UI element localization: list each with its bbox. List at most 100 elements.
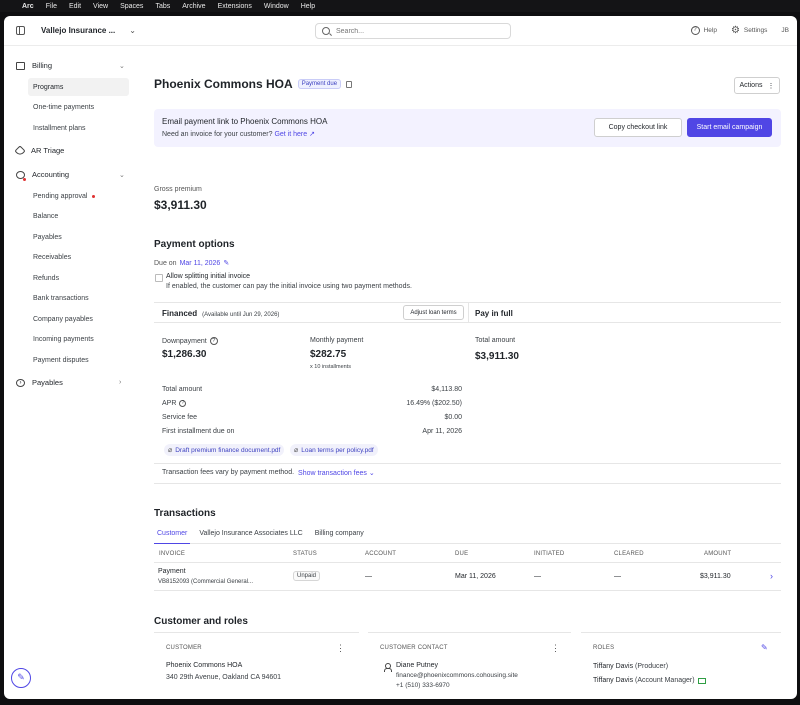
due-date-row: Due on Mar 11, 2026 ✎ xyxy=(154,259,229,268)
divider xyxy=(154,483,781,484)
menu-edit[interactable]: Edit xyxy=(69,3,81,10)
kebab-icon[interactable]: ⋮ xyxy=(336,643,345,654)
show-transaction-fees-link[interactable]: Show transaction fees ⌄ xyxy=(298,469,375,477)
sidebar-item-one-time-payments[interactable]: One-time payments xyxy=(28,98,129,116)
menu-window[interactable]: Window xyxy=(264,3,289,10)
column-header-amount: AMOUNT xyxy=(704,551,732,557)
due-date-link[interactable]: Mar 11, 2026 xyxy=(180,260,221,267)
column-header-due: DUE xyxy=(455,551,469,557)
copy-checkout-link-button[interactable]: Copy checkout link xyxy=(594,118,682,137)
person-icon xyxy=(384,663,392,672)
help-icon[interactable]: ? xyxy=(179,400,187,407)
contact-phone: +1 (510) 333-6970 xyxy=(396,682,450,689)
menu-app-name[interactable]: Arc xyxy=(22,3,34,10)
sidebar-item-receivables[interactable]: Receivables xyxy=(28,248,129,266)
paperclip-icon: ⌀ xyxy=(168,447,173,454)
transactions-tabs: Customer Vallejo Insurance Associates LL… xyxy=(154,526,781,544)
sidebar-toggle-icon[interactable] xyxy=(16,26,25,35)
sidebar-item-bank-transactions[interactable]: Bank transactions xyxy=(28,289,129,307)
page-title: Phoenix Commons HOA xyxy=(154,77,293,91)
chevron-right-icon: › xyxy=(119,379,122,386)
sidebar-section-accounting[interactable]: Accounting ⌄ xyxy=(16,170,125,181)
initiated-value: — xyxy=(534,573,541,580)
sidebar-item-label: Incoming payments xyxy=(33,335,94,343)
sidebar-item-programs[interactable]: Programs xyxy=(28,78,129,96)
sidebar-section-ar-triage[interactable]: AR Triage xyxy=(14,144,65,157)
start-email-campaign-button[interactable]: Start email campaign xyxy=(687,118,772,137)
tab-vallejo-insurance[interactable]: Vallejo Insurance Associates LLC xyxy=(196,526,305,544)
banner-subtext-label: Need an invoice for your customer? xyxy=(162,131,273,138)
menu-spaces[interactable]: Spaces xyxy=(120,3,143,10)
search-input[interactable] xyxy=(336,27,496,35)
settings-button[interactable]: ⚙ Settings xyxy=(731,26,768,36)
pay-in-full-total-value: $3,911.30 xyxy=(475,351,519,362)
payment-options-tabs: Financed (Available until Jun 29, 2026) … xyxy=(154,302,781,323)
menu-file[interactable]: File xyxy=(46,3,57,10)
customer-roles-heading: Customer and roles xyxy=(154,616,248,627)
table-row[interactable]: Payment VB8152093 (Commercial General...… xyxy=(154,563,781,590)
user-avatar[interactable]: JB xyxy=(781,27,789,34)
top-bar: Vallejo Insurance ... ⌄ ? Help ⚙ Setting… xyxy=(4,16,797,46)
column-header-invoice: INVOICE xyxy=(159,551,186,557)
menu-help[interactable]: Help xyxy=(301,3,315,10)
pencil-icon[interactable]: ✎ xyxy=(761,643,768,652)
sidebar-item-installment-plans[interactable]: Installment plans xyxy=(28,119,129,137)
sidebar-section-label: Payables xyxy=(32,378,63,387)
column-header-cleared: CLEARED xyxy=(614,551,644,557)
menu-tabs[interactable]: Tabs xyxy=(155,3,170,10)
document-chip[interactable]: ⌀ Draft premium finance document.pdf xyxy=(164,444,285,456)
help-button[interactable]: ? Help xyxy=(690,26,717,35)
kebab-icon: ⋮ xyxy=(767,82,775,90)
org-switcher[interactable]: Vallejo Insurance ... ⌄ xyxy=(41,26,136,35)
actions-label: Actions xyxy=(739,82,763,89)
total-amount-label: Total amount xyxy=(162,386,203,393)
sidebar-item-refunds[interactable]: Refunds xyxy=(28,269,129,287)
assistant-launcher-icon[interactable]: ✎ xyxy=(11,668,31,688)
roles-card-label: ROLES xyxy=(593,645,615,651)
menu-view[interactable]: View xyxy=(93,3,108,10)
pay-in-full-tab[interactable]: Pay in full xyxy=(475,309,513,318)
sidebar-item-pending-approval[interactable]: Pending approval xyxy=(28,187,129,205)
settings-label: Settings xyxy=(743,27,768,34)
sidebar-section-label: AR Triage xyxy=(31,146,65,155)
column-header-status: STATUS xyxy=(293,551,317,557)
financed-tab[interactable]: Financed (Available until Jun 29, 2026) xyxy=(162,309,279,318)
pencil-icon[interactable]: ✎ xyxy=(223,259,229,267)
sidebar-item-company-payables[interactable]: Company payables xyxy=(28,310,129,328)
copy-icon[interactable] xyxy=(346,80,353,88)
amount-value: $3,911.30 xyxy=(700,573,731,580)
sidebar: Billing ⌄ Programs One-time payments Ins… xyxy=(4,46,134,699)
menu-archive[interactable]: Archive xyxy=(182,3,205,10)
sidebar-item-payables[interactable]: Payables xyxy=(28,228,129,246)
chevron-right-icon[interactable]: › xyxy=(770,571,773,581)
contact-email: finance@phoenixcommons.cohousing.site xyxy=(396,672,518,679)
sidebar-section-billing[interactable]: Billing ⌄ xyxy=(16,61,125,70)
contact-name: Diane Putney xyxy=(396,662,439,669)
sidebar-section-payables[interactable]: › Payables › xyxy=(16,378,121,387)
split-invoice-checkbox[interactable] xyxy=(155,274,163,282)
document-chip[interactable]: ⌀ Loan terms per policy.pdf xyxy=(290,444,378,456)
browser-window: Vallejo Insurance ... ⌄ ? Help ⚙ Setting… xyxy=(4,16,797,699)
tag-icon xyxy=(14,144,26,157)
kebab-icon[interactable]: ⋮ xyxy=(551,643,560,654)
mail-icon[interactable] xyxy=(697,677,706,684)
tab-billing-company[interactable]: Billing company xyxy=(312,526,367,544)
sidebar-item-balance[interactable]: Balance xyxy=(28,207,129,225)
due-value: Mar 11, 2026 xyxy=(455,573,496,580)
gross-premium-value: $3,911.30 xyxy=(154,198,207,212)
notification-dot xyxy=(91,194,95,198)
get-invoice-link[interactable]: Get it here ↗ xyxy=(274,131,315,138)
role-item: Tiffany Davis (Account Manager) xyxy=(593,677,706,684)
search-icon xyxy=(322,27,330,35)
search-box[interactable] xyxy=(315,23,511,39)
help-icon[interactable]: ? xyxy=(209,337,218,345)
adjust-loan-terms-button[interactable]: Adjust loan terms xyxy=(403,305,464,320)
help-icon: ? xyxy=(690,26,700,35)
tab-customer[interactable]: Customer xyxy=(154,526,191,544)
sidebar-item-payment-disputes[interactable]: Payment disputes xyxy=(28,351,129,369)
sidebar-item-incoming-payments[interactable]: Incoming payments xyxy=(28,330,129,348)
actions-button[interactable]: Actions ⋮ xyxy=(734,77,780,94)
banner-heading: Email payment link to Phoenix Commons HO… xyxy=(162,117,328,126)
financed-label: Financed xyxy=(162,309,198,318)
menu-extensions[interactable]: Extensions xyxy=(218,3,252,10)
